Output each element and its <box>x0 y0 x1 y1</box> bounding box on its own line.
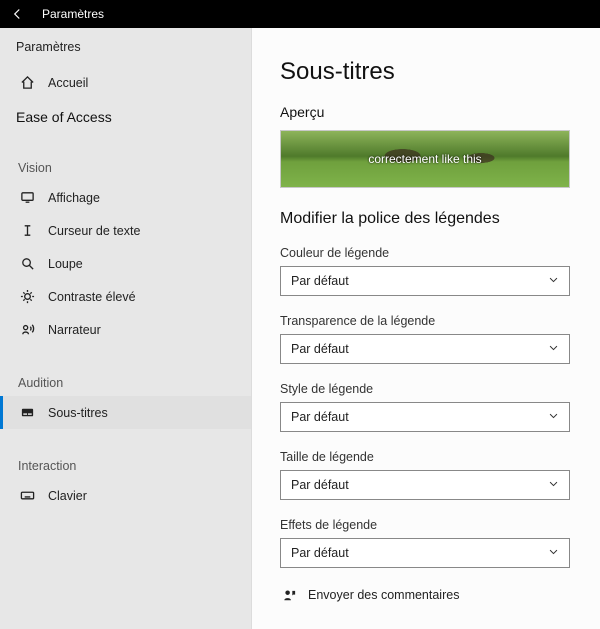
sidebar: Paramètres Accueil Ease of Access Vision… <box>0 28 252 629</box>
section-title: Modifier la police des légendes <box>280 210 578 228</box>
back-button[interactable] <box>6 3 28 25</box>
caption-style-label: Style de légende <box>280 382 578 396</box>
sidebar-group-vision: Vision <box>0 131 251 181</box>
feedback-label: Envoyer des commentaires <box>308 588 459 602</box>
caption-preview: correctement like this <box>280 130 570 188</box>
caption-color-label: Couleur de légende <box>280 246 578 260</box>
home-icon <box>18 74 36 92</box>
sidebar-item-label: Curseur de texte <box>48 224 140 238</box>
back-arrow-icon <box>11 8 23 20</box>
caption-transparency-label: Transparence de la légende <box>280 314 578 328</box>
narrator-icon <box>18 321 36 339</box>
caption-style-dropdown[interactable]: Par défaut <box>280 402 570 432</box>
sidebar-item-label: Affichage <box>48 191 100 205</box>
sidebar-item-magnifier[interactable]: Loupe <box>0 247 251 280</box>
sidebar-item-high-contrast[interactable]: Contraste élevé <box>0 280 251 313</box>
sidebar-item-label: Accueil <box>48 76 88 90</box>
preview-heading: Aperçu <box>280 104 578 120</box>
chevron-down-icon <box>548 342 559 356</box>
sidebar-group-interaction: Interaction <box>0 429 251 479</box>
caption-color-dropdown[interactable]: Par défaut <box>280 266 570 296</box>
main-content: Sous-titres Aperçu correctement like thi… <box>252 28 600 629</box>
keyboard-icon <box>18 487 36 505</box>
caption-transparency-dropdown[interactable]: Par défaut <box>280 334 570 364</box>
sidebar-item-label: Contraste élevé <box>48 290 136 304</box>
feedback-icon <box>280 586 298 604</box>
chevron-down-icon <box>548 478 559 492</box>
sidebar-item-narrator[interactable]: Narrateur <box>0 313 251 346</box>
sidebar-item-label: Narrateur <box>48 323 101 337</box>
brightness-icon <box>18 288 36 306</box>
sidebar-item-home[interactable]: Accueil <box>0 66 251 99</box>
caption-effects-dropdown[interactable]: Par défaut <box>280 538 570 568</box>
window-titlebar: Paramètres <box>0 0 600 28</box>
dropdown-value: Par défaut <box>291 546 349 560</box>
sidebar-header: Paramètres <box>0 28 251 58</box>
page-title: Sous-titres <box>280 58 578 86</box>
caption-preview-text: correctement like this <box>368 152 481 166</box>
dropdown-value: Par défaut <box>291 410 349 424</box>
caption-size-label: Taille de légende <box>280 450 578 464</box>
sidebar-item-label: Sous-titres <box>48 406 108 420</box>
sidebar-item-label: Clavier <box>48 489 87 503</box>
sidebar-group-audition: Audition <box>0 346 251 396</box>
sidebar-item-display[interactable]: Affichage <box>0 181 251 214</box>
feedback-link[interactable]: Envoyer des commentaires <box>280 586 578 604</box>
text-cursor-icon <box>18 222 36 240</box>
caption-effects-label: Effets de légende <box>280 518 578 532</box>
monitor-icon <box>18 189 36 207</box>
sidebar-ease-of-access[interactable]: Ease of Access <box>0 99 251 131</box>
chevron-down-icon <box>548 410 559 424</box>
sidebar-item-label: Loupe <box>48 257 83 271</box>
dropdown-value: Par défaut <box>291 342 349 356</box>
chevron-down-icon <box>548 274 559 288</box>
magnifier-icon <box>18 255 36 273</box>
caption-size-dropdown[interactable]: Par défaut <box>280 470 570 500</box>
captions-icon <box>18 404 36 422</box>
chevron-down-icon <box>548 546 559 560</box>
window-title: Paramètres <box>42 7 104 21</box>
sidebar-item-captions[interactable]: Sous-titres <box>0 396 251 429</box>
dropdown-value: Par défaut <box>291 478 349 492</box>
sidebar-item-keyboard[interactable]: Clavier <box>0 479 251 512</box>
sidebar-item-text-cursor[interactable]: Curseur de texte <box>0 214 251 247</box>
dropdown-value: Par défaut <box>291 274 349 288</box>
